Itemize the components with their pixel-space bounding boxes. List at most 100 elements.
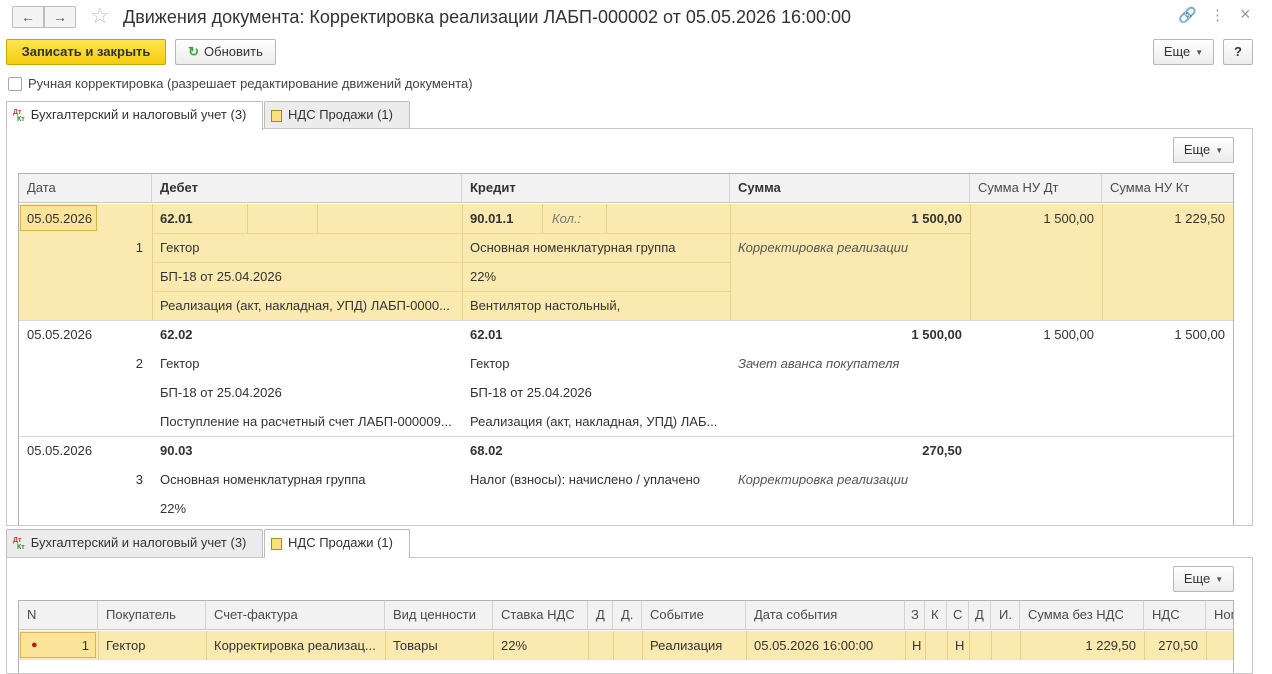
- table-row[interactable]: 05.05.2026 2 62.02 Гектор БП-18 от 25.04…: [19, 320, 1233, 436]
- vat-register-icon: [271, 109, 282, 122]
- col-credit[interactable]: Кредит: [462, 174, 730, 202]
- credit-subconto-3: Реализация (акт, накладная, УПД) ЛАБ...: [470, 414, 718, 429]
- refresh-label: Обновить: [204, 44, 263, 59]
- invoice-cell: Корректировка реализац...: [214, 638, 376, 653]
- col-value-type[interactable]: Вид ценности: [385, 601, 493, 629]
- debit-account: 62.01: [160, 211, 193, 226]
- col-sum-without-vat[interactable]: Сумма без НДС: [1020, 601, 1144, 629]
- date-cell: 05.05.2026: [27, 211, 93, 226]
- row-number: 3: [135, 472, 143, 487]
- sum-nu-dt-cell: 1 500,00: [1043, 327, 1094, 342]
- col-sum-nu-dt[interactable]: Сумма НУ Дт: [970, 174, 1102, 202]
- col-n[interactable]: N: [19, 601, 98, 629]
- credit-subconto-2: 22%: [470, 269, 497, 284]
- vat-rate-cell: 22%: [501, 638, 528, 653]
- title-bar: ← → ☆ Движения документа: Корректировка …: [0, 0, 1272, 36]
- sum-without-vat-cell: 1 229,50: [1085, 638, 1136, 653]
- col-z[interactable]: З: [905, 601, 925, 629]
- menu-dots-icon[interactable]: ⋮: [1210, 6, 1225, 26]
- sum-nu-kt-cell: 1 500,00: [1174, 327, 1225, 342]
- forward-button[interactable]: →: [44, 6, 76, 28]
- col-sum[interactable]: Сумма: [730, 174, 970, 202]
- debit-account: 62.02: [160, 327, 193, 342]
- col-sum-nu-kt[interactable]: Сумма НУ Кт: [1102, 174, 1233, 202]
- content-cell: Корректировка реализации: [738, 472, 909, 487]
- tab-vat-sales-lower[interactable]: НДС Продажи (1): [264, 529, 410, 558]
- col-date[interactable]: Дата: [19, 174, 152, 202]
- accounting-grid-header: Дата Дебет Кредит Сумма Сумма НУ Дт Сумм…: [19, 174, 1233, 203]
- col-debit[interactable]: Дебет: [152, 174, 462, 202]
- tab-vat-sales[interactable]: НДС Продажи (1): [264, 101, 410, 129]
- debit-subconto-1: Гектор: [160, 356, 200, 371]
- credit-qty-label: Кол.:: [552, 211, 582, 226]
- debit-subconto-2: 22%: [160, 501, 187, 516]
- vat-more-button[interactable]: Еще ▼: [1173, 566, 1234, 592]
- buyer-cell: Гектор: [106, 638, 146, 653]
- col-vat[interactable]: НДС: [1144, 601, 1206, 629]
- vat-grid-header: N Покупатель Счет-фактура Вид ценности С…: [19, 601, 1233, 630]
- content-cell: Корректировка реализации: [738, 240, 909, 255]
- debit-subconto-2: БП-18 от 25.04.2026: [160, 385, 282, 400]
- col-event[interactable]: Событие: [642, 601, 746, 629]
- table-row[interactable]: ● 1 Гектор Корректировка реализац... Тов…: [19, 631, 1233, 660]
- credit-account: 62.01: [470, 327, 503, 342]
- chevron-down-icon: ▼: [1215, 574, 1224, 584]
- favorite-star-icon[interactable]: ☆: [90, 3, 110, 29]
- col-s[interactable]: С: [947, 601, 969, 629]
- col-event-date[interactable]: Дата события: [746, 601, 905, 629]
- vat-grid: N Покупатель Счет-фактура Вид ценности С…: [18, 600, 1234, 673]
- col-d3[interactable]: Д: [969, 601, 991, 629]
- col-buyer[interactable]: Покупатель: [98, 601, 206, 629]
- col-nom[interactable]: Ном: [1206, 601, 1233, 629]
- vat-cell: 270,50: [1158, 638, 1198, 653]
- refresh-icon: ↻: [188, 44, 200, 59]
- window-title: Движения документа: Корректировка реализ…: [123, 7, 852, 27]
- col-d2[interactable]: Д.: [613, 601, 642, 629]
- debit-subconto-1: Основная номенклатурная группа: [160, 472, 366, 487]
- chevron-down-icon: ▼: [1195, 47, 1204, 57]
- refresh-button[interactable]: ↻ Обновить: [175, 39, 276, 65]
- row-number: 1: [81, 638, 89, 653]
- sum-cell: 1 500,00: [911, 211, 962, 226]
- credit-subconto-1: Основная номенклатурная группа: [470, 240, 676, 255]
- close-icon[interactable]: ×: [1240, 4, 1251, 24]
- credit-subconto-3: Вентилятор настольный,: [470, 298, 621, 313]
- event-date-cell: 05.05.2026 16:00:00: [754, 638, 874, 653]
- col-vat-rate[interactable]: Ставка НДС: [493, 601, 588, 629]
- date-cell: 05.05.2026: [27, 327, 93, 342]
- row-number: 2: [135, 356, 143, 371]
- save-close-button[interactable]: Записать и закрыть: [6, 39, 166, 65]
- accounting-grid: Дата Дебет Кредит Сумма Сумма НУ Дт Сумм…: [18, 173, 1234, 525]
- tab-accounting[interactable]: Дт Кт Бухгалтерский и налоговый учет (3): [6, 101, 263, 130]
- credit-subconto-1: Налог (взносы): начислено / уплачено: [470, 472, 700, 487]
- credit-account: 90.01.1: [470, 211, 514, 226]
- accounting-more-button[interactable]: Еще ▼: [1173, 137, 1234, 163]
- tab-accounting-label: Бухгалтерский и налоговый учет (3): [30, 107, 247, 122]
- more-button[interactable]: Еще ▼: [1153, 39, 1214, 65]
- back-button[interactable]: ←: [12, 6, 44, 28]
- sum-nu-dt-cell: 1 500,00: [1043, 211, 1094, 226]
- debit-subconto-3: Поступление на расчетный счет ЛАБП-00000…: [160, 414, 452, 429]
- sum-cell: 270,50: [922, 443, 962, 458]
- manual-correction-label[interactable]: Ручная корректировка (разрешает редактир…: [28, 76, 473, 91]
- debit-subconto-2: БП-18 от 25.04.2026: [160, 269, 282, 284]
- help-button[interactable]: ?: [1223, 39, 1253, 65]
- more-label: Еще: [1163, 44, 1191, 59]
- table-row[interactable]: 05.05.2026 1 62.01 Гектор БП-18 от 25.04…: [19, 204, 1233, 320]
- tab-accounting-lower[interactable]: Дт Кт Бухгалтерский и налоговый учет (3): [6, 529, 263, 557]
- z-cell: Н: [912, 638, 922, 653]
- sum-cell: 1 500,00: [911, 327, 962, 342]
- link-icon[interactable]: 🔗: [1178, 6, 1197, 26]
- col-invoice[interactable]: Счет-фактура: [206, 601, 385, 629]
- credit-subconto-2: БП-18 от 25.04.2026: [470, 385, 592, 400]
- table-row[interactable]: 05.05.2026 3 90.03 Основная номенклатурн…: [19, 436, 1233, 525]
- manual-correction-checkbox[interactable]: [8, 77, 22, 91]
- tab-vat-sales-label: НДС Продажи (1): [288, 107, 393, 122]
- col-i[interactable]: И.: [991, 601, 1020, 629]
- debit-subconto-3: Реализация (акт, накладная, УПД) ЛАБП-00…: [160, 298, 450, 313]
- tab-vat-sales-lower-label: НДС Продажи (1): [288, 535, 393, 550]
- accounting-more-label: Еще: [1183, 142, 1211, 157]
- col-k[interactable]: К: [925, 601, 947, 629]
- record-marker-icon: ●: [31, 639, 38, 651]
- col-d1[interactable]: Д: [588, 601, 613, 629]
